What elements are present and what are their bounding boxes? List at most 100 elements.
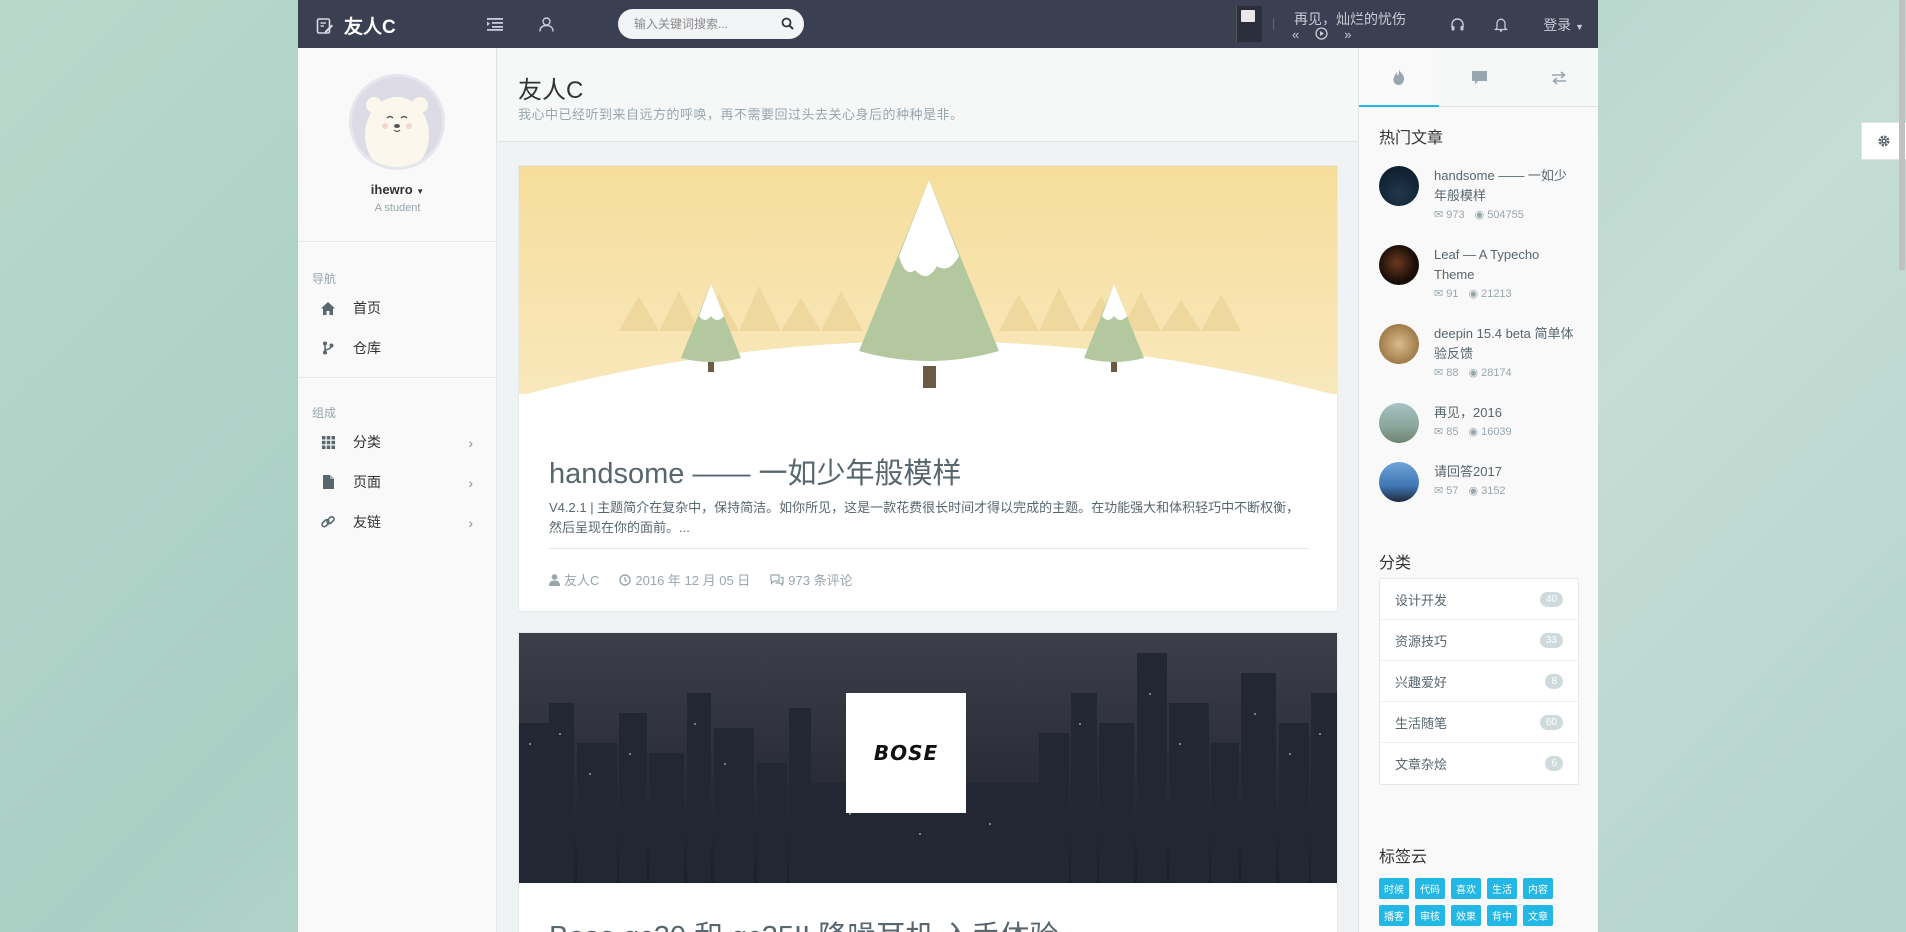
- search-icon[interactable]: [781, 17, 794, 30]
- sidebar-item-home[interactable]: 首页: [298, 288, 497, 328]
- page-subtitle: 我心中已经听到来自远方的呼唤，再不需要回过头去关心身后的种种是非。: [518, 107, 964, 122]
- hot-post-thumbnail: [1379, 462, 1419, 502]
- tag-item[interactable]: 效果: [1451, 905, 1481, 926]
- sidebar-item-repo[interactable]: 仓库: [298, 328, 497, 368]
- prev-track-button[interactable]: «: [1292, 27, 1299, 43]
- avatar[interactable]: [349, 74, 445, 170]
- eye-icon: ◉: [1468, 288, 1479, 300]
- tag-item[interactable]: 喜欢: [1451, 878, 1481, 899]
- sidebar-item-category[interactable]: 分类 ›: [298, 422, 497, 462]
- hot-post-item[interactable]: handsome —— 一如少年般模样 ✉ 973 ◉ 504755: [1379, 166, 1579, 226]
- tag-item[interactable]: 播客: [1379, 905, 1409, 926]
- post-meta: 友人C 2016 年 12 月 05 日 973 条评论: [549, 570, 853, 589]
- category-item[interactable]: 资源技巧 33: [1380, 620, 1578, 661]
- divider: [298, 241, 497, 242]
- chevron-right-icon: ›: [468, 515, 473, 531]
- hot-post-item[interactable]: 再见，2016 ✉ 85 ◉ 16039: [1379, 403, 1579, 463]
- hot-post-item[interactable]: deepin 15.4 beta 简单体验反馈 ✉ 88 ◉ 28174: [1379, 324, 1579, 384]
- music-button[interactable]: [1447, 14, 1467, 34]
- tag-item[interactable]: 代码: [1415, 878, 1445, 899]
- comment-count-value: 85: [1446, 425, 1459, 438]
- username[interactable]: ihewro ▼: [298, 182, 497, 197]
- sidebar-item-friends[interactable]: 友链 ›: [298, 502, 497, 542]
- tab-hot[interactable]: [1359, 48, 1439, 107]
- comments-icon: ✉: [1434, 367, 1444, 379]
- hot-posts-heading: 热门文章: [1379, 130, 1444, 147]
- tag-item[interactable]: 背中: [1487, 905, 1517, 926]
- post-comments[interactable]: 973 条评论: [770, 570, 853, 589]
- divider: [549, 548, 1309, 549]
- home-icon: [320, 300, 336, 316]
- login-button[interactable]: 登录 ▼: [1543, 15, 1584, 35]
- category-item[interactable]: 兴趣爱好 8: [1380, 661, 1578, 702]
- tag-cloud-heading: 标签云: [1379, 849, 1428, 866]
- hot-post-item[interactable]: 请回答2017 ✉ 57 ◉ 3152: [1379, 462, 1579, 522]
- headphones-icon: [1450, 17, 1464, 30]
- toggle-aside-button[interactable]: [485, 14, 505, 34]
- user-icon: [538, 16, 554, 32]
- post-cover-image[interactable]: [519, 166, 1338, 401]
- main-content: 友人C 我心中已经听到来自远方的呼唤，再不需要回过头去关心身后的种种是非。 ha…: [498, 48, 1358, 932]
- category-list: 设计开发 40 资源技巧 33 兴趣爱好 8 生活随笔 60 文章杂烩 6: [1379, 578, 1579, 785]
- chevron-right-icon: ›: [468, 435, 473, 451]
- comments-icon: ✉: [1434, 209, 1444, 221]
- top-header: 友人C 再见: [298, 0, 1598, 48]
- tag-item[interactable]: 内容: [1523, 878, 1553, 899]
- post-card: handsome —— 一如少年般模样 V4.2.1 | 主题简介在复杂中，保持…: [518, 165, 1338, 612]
- category-name: 设计开发: [1395, 592, 1448, 608]
- tag-item[interactable]: 审核: [1415, 905, 1445, 926]
- hot-post-stats: ✉ 57 ◉ 3152: [1434, 484, 1506, 498]
- caret-down-icon: ▼: [416, 187, 425, 196]
- nav-section-heading: 组成: [312, 406, 337, 420]
- bear-avatar-image: [352, 77, 442, 167]
- brand[interactable]: 友人C: [316, 12, 396, 39]
- category-item[interactable]: 生活随笔 60: [1380, 702, 1578, 743]
- scrollbar-thumb[interactable]: [1899, 0, 1905, 270]
- hot-post-stats: ✉ 85 ◉ 16039: [1434, 425, 1512, 439]
- bell-icon: [1494, 18, 1508, 32]
- search-input[interactable]: [634, 17, 774, 31]
- category-item[interactable]: 文章杂烩 6: [1380, 743, 1578, 784]
- sidebar-item-pages[interactable]: 页面 ›: [298, 462, 497, 502]
- page-scrollbar[interactable]: [1898, 0, 1906, 932]
- sidebar-item-label: 分类: [353, 434, 381, 450]
- username-label: ihewro: [370, 182, 413, 197]
- view-count-value: 16039: [1481, 425, 1512, 438]
- tab-comments[interactable]: [1439, 48, 1519, 107]
- hot-post-title: deepin 15.4 beta 简单体验反馈: [1434, 326, 1574, 361]
- comments-icon: ✉: [1434, 288, 1444, 300]
- sidebar-tabs: [1359, 48, 1598, 107]
- notification-button[interactable]: [1491, 14, 1511, 34]
- comment-count-value: 57: [1446, 484, 1459, 497]
- music-cover[interactable]: [1236, 6, 1262, 42]
- tag-item[interactable]: 文章: [1523, 905, 1553, 926]
- view-count: ◉ 3152: [1468, 484, 1505, 498]
- tab-random[interactable]: [1519, 48, 1598, 107]
- eye-icon: ◉: [1474, 209, 1485, 221]
- post-title[interactable]: handsome —— 一如少年般模样: [549, 450, 962, 492]
- hot-post-stats: ✉ 88 ◉ 28174: [1434, 366, 1512, 380]
- login-label: 登录: [1543, 17, 1572, 33]
- fire-icon: [1393, 68, 1405, 85]
- nav-section-heading: 导航: [312, 272, 337, 286]
- tag-item[interactable]: 时候: [1379, 878, 1409, 899]
- user-profile-button[interactable]: [536, 14, 556, 34]
- post-title[interactable]: Bose qc20 和 qc35II 降噪耳机 入手体验: [549, 913, 1058, 932]
- category-item[interactable]: 设计开发 40: [1380, 579, 1578, 620]
- post-summary: V4.2.1 | 主题简介在复杂中，保持简洁。如你所见，这是一款花费很长时间才得…: [549, 500, 1300, 535]
- hot-post-thumbnail: [1379, 403, 1419, 443]
- tag-item[interactable]: 生活: [1487, 878, 1517, 899]
- search-box: [618, 9, 804, 39]
- view-count: ◉ 504755: [1474, 208, 1524, 222]
- play-button[interactable]: [1315, 27, 1328, 43]
- post-author[interactable]: 友人C: [549, 570, 599, 589]
- next-track-button[interactable]: »: [1344, 27, 1351, 43]
- hot-post-item[interactable]: Leaf — A Typecho Theme ✉ 91 ◉ 21213: [1379, 245, 1579, 305]
- eye-icon: ◉: [1468, 426, 1479, 438]
- chevron-right-icon: ›: [468, 475, 473, 491]
- category-name: 兴趣爱好: [1395, 674, 1448, 690]
- comments-icon: [770, 573, 784, 586]
- category-name: 资源技巧: [1395, 633, 1448, 649]
- view-count: ◉ 16039: [1468, 425, 1512, 439]
- grid-icon: [320, 434, 336, 450]
